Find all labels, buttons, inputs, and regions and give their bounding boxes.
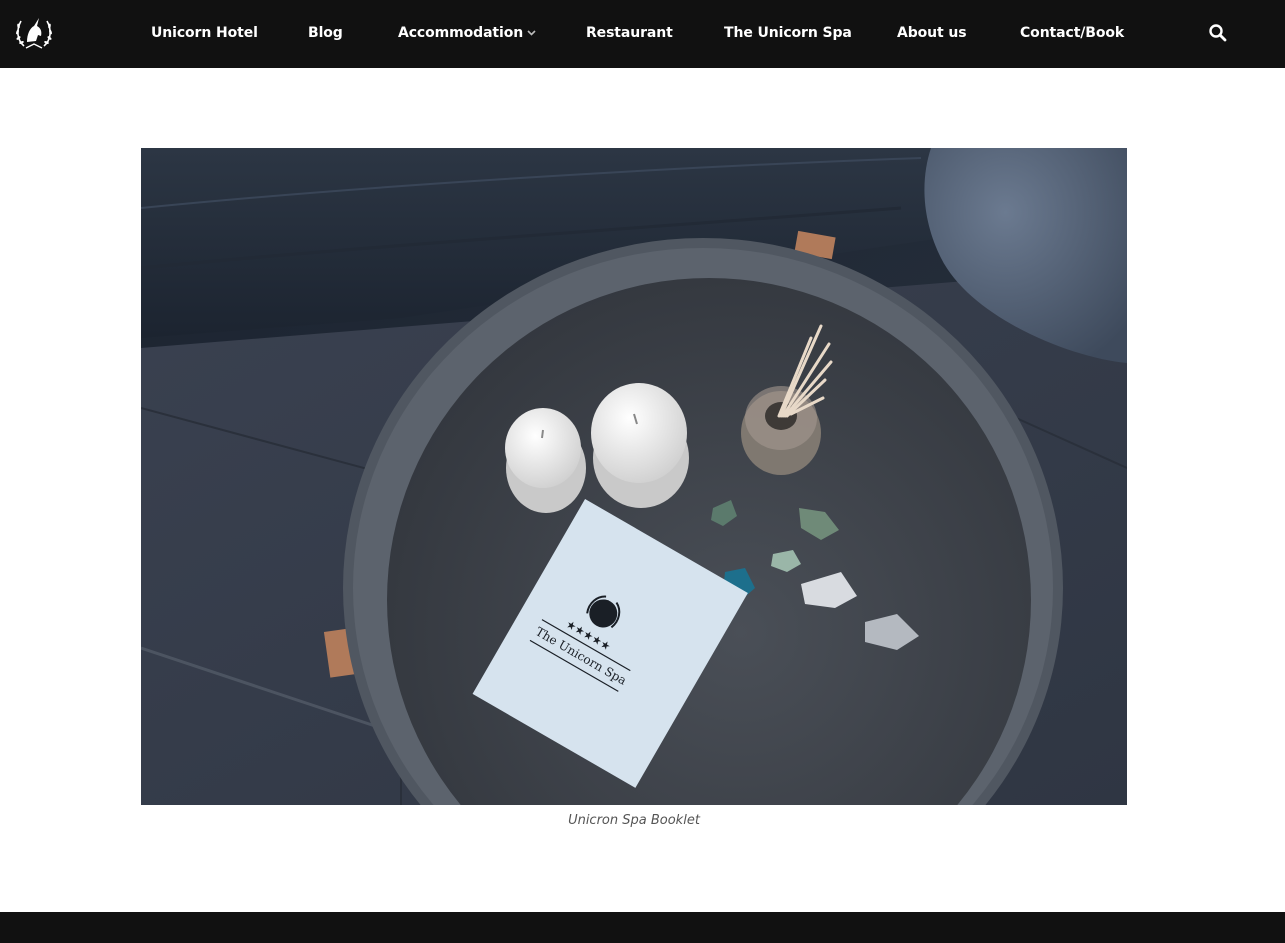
site-header: Unicorn Hotel Blog Accommodation Restaur… <box>0 0 1285 68</box>
main-nav: Unicorn Hotel Blog Accommodation Restaur… <box>0 0 1285 68</box>
nav-accommodation-label: Accommodation <box>398 25 524 41</box>
search-icon <box>1209 24 1227 42</box>
nav-restaurant[interactable]: Restaurant <box>586 24 673 44</box>
spa-booklet-photo: ★★★★★ The Unicorn Spa <box>141 148 1127 805</box>
search-button[interactable] <box>1208 23 1228 43</box>
site-footer <box>0 912 1285 943</box>
nav-unicorn-hotel[interactable]: Unicorn Hotel <box>151 24 258 44</box>
nav-accommodation[interactable]: Accommodation <box>398 24 536 44</box>
nav-unicorn-spa[interactable]: The Unicorn Spa <box>724 24 852 44</box>
figure-caption: Unicron Spa Booklet <box>568 813 700 828</box>
nav-blog[interactable]: Blog <box>308 24 343 44</box>
chevron-down-icon <box>527 30 536 36</box>
nav-contact-book[interactable]: Contact/Book <box>1020 24 1124 44</box>
nav-about-us[interactable]: About us <box>897 24 967 44</box>
